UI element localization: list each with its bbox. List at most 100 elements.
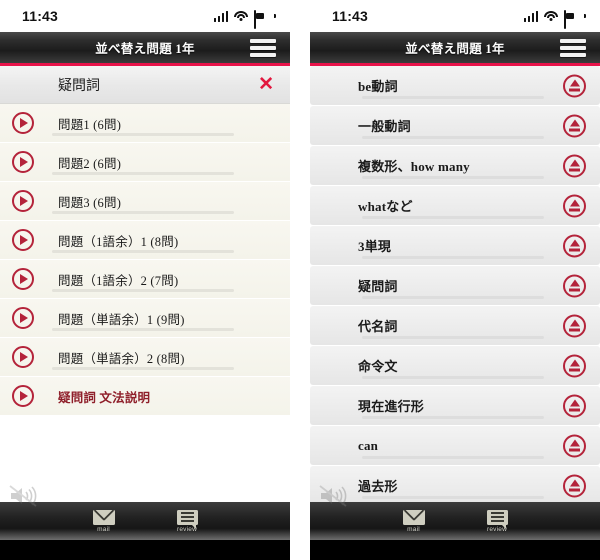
- status-bar: 11:43: [0, 0, 290, 32]
- list-item[interactable]: 過去形: [310, 466, 600, 502]
- hamburger-menu-icon[interactable]: [560, 38, 586, 57]
- row-underline: [52, 367, 234, 370]
- signal-icon: [213, 10, 228, 22]
- review-lines-icon: [176, 509, 198, 529]
- wifi-icon: [544, 10, 558, 22]
- row-underline: [362, 256, 544, 259]
- list-item-label: can: [358, 437, 379, 453]
- bottom-tab-bar: mail review: [310, 502, 600, 540]
- eject-icon[interactable]: [563, 314, 586, 337]
- bottom-tab-bar: mail review: [0, 502, 290, 540]
- row-underline: [362, 416, 544, 419]
- list-item[interactable]: 問題（単語余）1 (9問): [0, 299, 290, 338]
- list-item-label: 複数形、how many: [358, 159, 470, 174]
- list-item-label: 疑問詞: [358, 279, 398, 294]
- list-item[interactable]: 現在進行形: [310, 386, 600, 425]
- eject-icon[interactable]: [563, 74, 586, 97]
- row-underline: [362, 456, 544, 459]
- eject-icon[interactable]: [563, 274, 586, 297]
- app-title: 並べ替え問題 1年: [95, 42, 195, 56]
- row-underline: [52, 133, 234, 136]
- list-item[interactable]: 疑問詞: [310, 266, 600, 305]
- tab-review[interactable]: review: [176, 509, 198, 533]
- row-underline: [362, 216, 544, 219]
- tab-review[interactable]: review: [486, 509, 508, 533]
- app-header-bar: 並べ替え問題 1年: [0, 32, 290, 66]
- mail-envelope-icon: [402, 509, 425, 525]
- play-icon[interactable]: [12, 307, 34, 329]
- eject-icon[interactable]: [563, 434, 586, 457]
- list-item[interactable]: whatなど: [310, 186, 600, 225]
- home-indicator-bar: [0, 540, 290, 560]
- play-icon[interactable]: [12, 268, 34, 290]
- eject-icon[interactable]: [563, 154, 586, 177]
- signal-icon: [523, 10, 538, 22]
- list-item[interactable]: 問題1 (6問): [0, 104, 290, 143]
- eject-icon[interactable]: [563, 194, 586, 217]
- tab-mail-label: mail: [97, 525, 110, 533]
- list-item[interactable]: 問題（単語余）2 (8問): [0, 338, 290, 377]
- list-item-label: whatなど: [358, 199, 413, 214]
- close-x-icon[interactable]: ✕: [258, 75, 274, 94]
- play-icon[interactable]: [12, 190, 34, 212]
- row-underline: [362, 96, 544, 99]
- app-title: 並べ替え問題 1年: [405, 42, 505, 56]
- status-bar: 11:43: [310, 0, 600, 32]
- list-item[interactable]: 問題3 (6問): [0, 182, 290, 221]
- play-icon[interactable]: [12, 151, 34, 173]
- home-indicator-bar: [310, 540, 600, 560]
- play-icon[interactable]: [12, 385, 34, 407]
- battery-icon: [254, 9, 276, 29]
- list-item-label: 現在進行形: [358, 399, 425, 414]
- row-underline: [362, 296, 544, 299]
- eject-icon[interactable]: [563, 394, 586, 417]
- play-icon[interactable]: [12, 346, 34, 368]
- eject-icon[interactable]: [563, 234, 586, 257]
- list-item-label: 命令文: [358, 359, 398, 374]
- row-underline: [362, 136, 544, 139]
- left-question-list: 問題1 (6問) 問題2 (6問) 問題3 (6問) 問題（1語余）1 (8問) 問題（…: [0, 104, 290, 502]
- row-underline: [362, 336, 544, 339]
- section-header-label: 疑問詞: [58, 78, 100, 94]
- row-underline: [362, 176, 544, 179]
- status-bar-clock: 11:43: [332, 8, 369, 24]
- list-item[interactable]: 疑問詞 文法説明: [0, 377, 290, 416]
- right-category-list: be動詞一般動詞複数形、how many whatなど 3単現疑問詞代名詞命令文現在…: [310, 66, 600, 502]
- list-item[interactable]: 代名詞: [310, 306, 600, 345]
- row-underline: [362, 496, 544, 499]
- eject-icon[interactable]: [563, 354, 586, 377]
- play-icon[interactable]: [12, 112, 34, 134]
- dual-phone-screenshot: 11:43 並べ替え問題 1年 疑問詞 ✕ 問題1 (6問) 問題2 (6問) 問題…: [0, 0, 600, 560]
- tab-mail[interactable]: mail: [402, 509, 425, 533]
- list-item[interactable]: can: [310, 426, 600, 465]
- list-item[interactable]: 一般動詞: [310, 106, 600, 145]
- right-phone-screen: 11:43 並べ替え問題 1年 be動詞一般動詞複数形、how many what…: [310, 0, 600, 560]
- app-header-bar: 並べ替え問題 1年: [310, 32, 600, 66]
- list-item[interactable]: be動詞: [310, 66, 600, 105]
- list-item[interactable]: 問題（1語余）1 (8問): [0, 221, 290, 260]
- tab-mail-label: mail: [407, 525, 420, 533]
- list-item[interactable]: 3単現: [310, 226, 600, 265]
- list-item-label: 問題（1語余）1 (8問): [58, 234, 179, 249]
- list-item[interactable]: 命令文: [310, 346, 600, 385]
- panel-gutter: [290, 0, 310, 560]
- play-icon[interactable]: [12, 229, 34, 251]
- eject-icon[interactable]: [563, 114, 586, 137]
- mail-envelope-icon: [92, 509, 115, 525]
- section-header-row: 疑問詞 ✕: [0, 66, 290, 104]
- list-item-label: be動詞: [358, 79, 398, 94]
- tab-mail[interactable]: mail: [92, 509, 115, 533]
- hamburger-menu-icon[interactable]: [250, 38, 276, 57]
- row-underline: [52, 289, 234, 292]
- list-item[interactable]: 問題2 (6問): [0, 143, 290, 182]
- list-item-label: 問題（1語余）2 (7問): [58, 273, 179, 288]
- row-underline: [362, 376, 544, 379]
- eject-icon[interactable]: [563, 474, 586, 497]
- list-item-label: 問題（単語余）2 (8問): [58, 351, 185, 366]
- status-bar-clock: 11:43: [22, 8, 59, 24]
- row-underline: [52, 211, 234, 214]
- list-item[interactable]: 複数形、how many: [310, 146, 600, 185]
- left-phone-screen: 11:43 並べ替え問題 1年 疑問詞 ✕ 問題1 (6問) 問題2 (6問) 問題…: [0, 0, 290, 560]
- wifi-icon: [234, 10, 248, 22]
- list-item[interactable]: 問題（1語余）2 (7問): [0, 260, 290, 299]
